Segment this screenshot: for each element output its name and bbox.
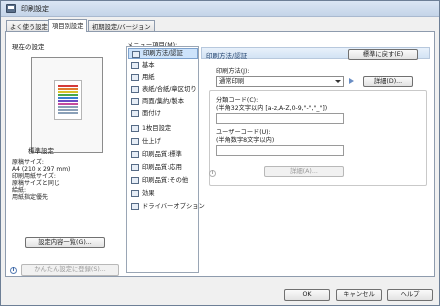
first-page-icon xyxy=(131,125,139,132)
menu-item-quality-standard[interactable]: 印刷品質:標準 xyxy=(128,149,198,160)
summary-lines: 原稿サイズ: A4 (210 x 297 mm) 印刷用紙サイズ: 原稿サイズと… xyxy=(12,159,70,201)
print-method-label: 印刷方法(J): xyxy=(216,68,250,75)
menu-item-label: 印刷品質:標準 xyxy=(142,151,182,158)
window-title: 印刷設定 xyxy=(21,5,49,13)
menu-item-first-page[interactable]: 1枚目設定 xyxy=(128,123,198,134)
cancel-button[interactable]: キャンセル xyxy=(336,289,382,301)
pane-title: 印刷方法/認証 xyxy=(206,52,248,60)
quality-other-icon xyxy=(131,177,139,184)
menu-item-basic[interactable]: 基本 xyxy=(128,60,198,71)
effects-icon xyxy=(131,190,139,197)
advanced-details-button[interactable]: 詳細(A)... xyxy=(264,166,344,177)
reset-to-default-button[interactable]: 標準に戻す(E) xyxy=(348,49,418,60)
driver-options-icon xyxy=(131,203,139,210)
finishing-icon xyxy=(131,138,139,145)
menu-item-label: 印刷品質:その他 xyxy=(142,177,189,184)
summary-title: 標準設定 xyxy=(28,147,54,155)
title-bar: 印刷設定 xyxy=(1,1,439,17)
print-method-icon xyxy=(132,51,140,58)
details-button[interactable]: 詳細(D)... xyxy=(363,76,413,87)
summary-line: 原稿サイズ: xyxy=(12,159,44,166)
quality-standard-icon xyxy=(131,151,139,158)
summary-line: A4 (210 x 297 mm) xyxy=(12,166,71,173)
settings-list-button[interactable]: 設定内容一覧(G)... xyxy=(25,237,105,248)
info-icon: i xyxy=(10,267,17,274)
menu-item-paper[interactable]: 用紙 xyxy=(128,72,198,83)
menu-item-label: 印刷方法/認証 xyxy=(143,50,183,57)
preview-sheet-icon xyxy=(54,80,82,120)
class-code-label: 分類コード(C): (半角32文字以内 [a-z,A-Z,0-9,"-","_"… xyxy=(216,97,328,112)
user-code-label: ユーザーコード(U): (半角数字8文字以内) xyxy=(216,129,275,144)
menu-item-label: 印刷品質:応用 xyxy=(142,164,182,171)
help-button[interactable]: ヘルプ xyxy=(387,289,433,301)
page-preview xyxy=(31,57,103,153)
summary-line: 用紙指定優先 xyxy=(12,194,49,201)
current-settings-panel: 現在の設定 標準設定 原稿サイズ: A4 (210 x 297 mm) 印刷用紙… xyxy=(12,39,122,264)
menu-item-list: 印刷方法/認証 基本 用紙 表紙/合紙/章区切り 両面/集約/製本 面付け 1枚… xyxy=(126,46,205,273)
chevron-down-icon xyxy=(335,80,341,83)
basic-icon xyxy=(131,62,139,69)
menu-item-quality-advanced[interactable]: 印刷品質:応用 xyxy=(128,162,198,173)
menu-item-effects[interactable]: 効果 xyxy=(128,188,198,199)
menu-item-label: ドライバーオプション xyxy=(142,203,205,210)
tab-defaults-version[interactable]: 初期設定/バージョン xyxy=(88,20,155,31)
menu-item-duplex[interactable]: 両面/集約/製本 xyxy=(128,96,198,107)
print-method-value: 通常印刷 xyxy=(219,78,245,85)
menu-item-cover[interactable]: 表紙/合紙/章区切り xyxy=(128,84,198,95)
menu-item-label: 用紙 xyxy=(142,74,155,81)
paper-icon xyxy=(131,74,139,81)
menu-item-finishing[interactable]: 仕上げ xyxy=(128,136,198,147)
menu-item-driver-options[interactable]: ドライバーオプション xyxy=(128,201,205,212)
duplex-icon xyxy=(131,98,139,105)
class-code-input[interactable] xyxy=(216,113,344,124)
summary-line: 原稿サイズと同じ xyxy=(12,180,60,187)
menu-item-label: 1枚目設定 xyxy=(142,125,172,132)
menu-item-label: 効果 xyxy=(142,190,155,197)
current-settings-label: 現在の設定 xyxy=(12,43,45,51)
menu-item-print-method[interactable]: 印刷方法/認証 xyxy=(128,48,198,59)
menu-item-label: 面付け xyxy=(142,110,161,117)
printer-icon xyxy=(6,4,16,13)
menu-item-label: 両面/集約/製本 xyxy=(142,98,185,105)
print-method-select[interactable]: 通常印刷 xyxy=(216,76,344,87)
tab-frequent-settings[interactable]: よく使う設定 xyxy=(6,20,52,31)
menu-item-label: 仕上げ xyxy=(142,138,161,145)
info-icon: i xyxy=(209,170,216,177)
register-quick-setting-button[interactable]: かんたん設定に登録(S)... xyxy=(21,264,119,276)
ok-button[interactable]: OK xyxy=(284,289,330,301)
quality-advanced-icon xyxy=(131,164,139,171)
summary-line: 印刷用紙サイズ: xyxy=(12,173,56,180)
user-code-input[interactable] xyxy=(216,145,344,156)
menu-item-label: 表紙/合紙/章区切り xyxy=(142,86,197,93)
menu-item-label: 基本 xyxy=(142,62,155,69)
play-arrow-icon xyxy=(349,78,354,84)
summary-line: 給紙: xyxy=(12,187,27,194)
cover-icon xyxy=(131,86,139,93)
tab-detailed-settings[interactable]: 項目別設定 xyxy=(48,19,88,32)
imposition-icon xyxy=(131,110,139,117)
menu-item-imposition[interactable]: 面付け xyxy=(128,108,198,119)
print-settings-window: 印刷設定 よく使う設定 項目別設定 初期設定/バージョン 現在の設定 標準設定 … xyxy=(0,0,440,306)
menu-item-quality-other[interactable]: 印刷品質:その他 xyxy=(128,175,198,186)
